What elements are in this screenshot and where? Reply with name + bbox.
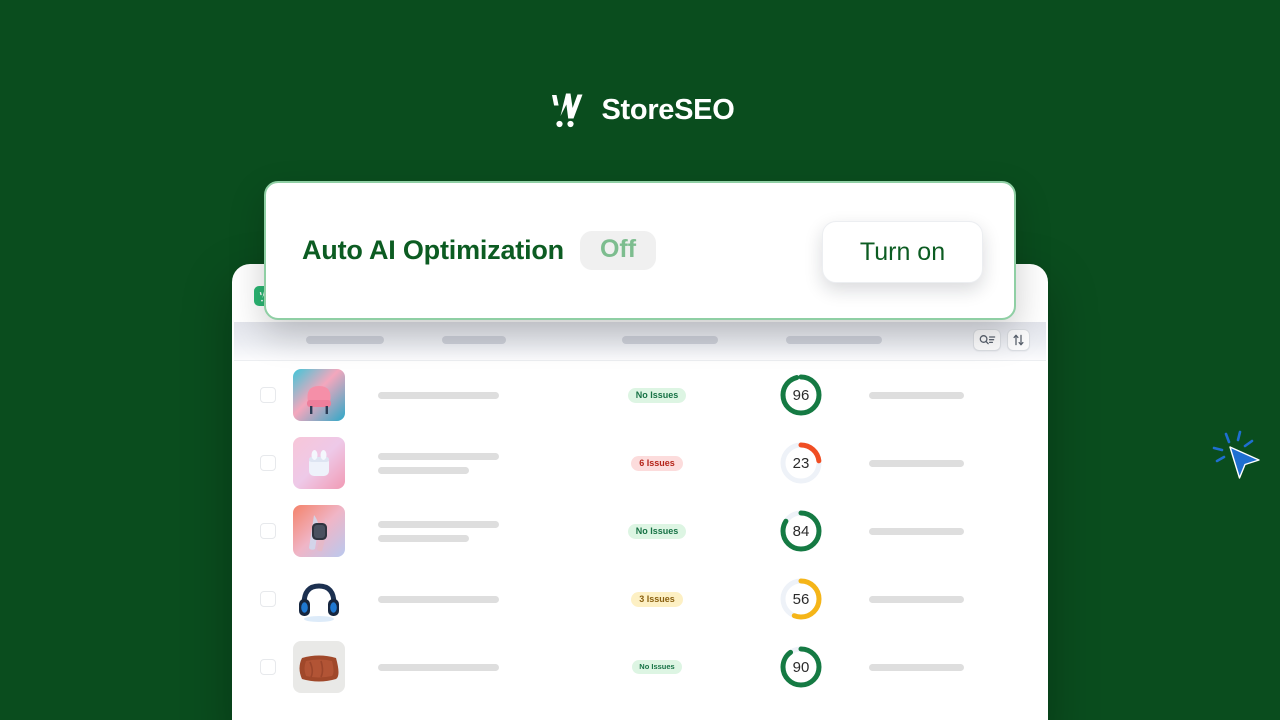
row-checkbox[interactable] xyxy=(260,455,276,471)
search-filter-icon xyxy=(979,335,995,345)
row-title-skeleton xyxy=(378,391,573,399)
row-score-cell: 96 xyxy=(741,373,861,417)
skeleton-line xyxy=(378,663,499,671)
row-meta-cell xyxy=(861,459,1046,467)
row-score-cell: 84 xyxy=(741,509,861,553)
skeleton-line xyxy=(378,391,499,399)
row-score-cell: 56 xyxy=(741,577,861,621)
table-toolbar xyxy=(973,329,1030,351)
page-title: Auto AI Optimization xyxy=(302,235,564,265)
row-issues-cell: 3 Issues xyxy=(573,591,741,607)
row-score-cell: 23 xyxy=(741,441,861,485)
score-donut: 23 xyxy=(779,441,823,485)
score-value: 96 xyxy=(792,386,810,404)
row-meta-cell xyxy=(861,663,1046,671)
column-title-product xyxy=(306,336,384,344)
skeleton-line xyxy=(869,595,964,603)
skeleton-line xyxy=(378,466,469,474)
skeleton-line xyxy=(869,663,964,671)
blue-headphones-thumbnail xyxy=(293,573,345,625)
pink-armchair-thumbnail xyxy=(293,369,345,421)
score-value: 56 xyxy=(792,590,810,608)
terracotta-cushion-thumbnail xyxy=(293,641,345,693)
earbuds-case-thumbnail xyxy=(293,437,345,489)
status-badge: No Issues xyxy=(632,660,682,674)
skeleton-line xyxy=(378,595,499,603)
column-title-score xyxy=(786,336,882,344)
row-meta-cell xyxy=(861,391,1046,399)
table-row[interactable]: No Issues 96 xyxy=(234,361,1046,429)
row-meta-cell xyxy=(861,595,1046,603)
skeleton-line xyxy=(869,459,964,467)
row-title-skeleton xyxy=(378,452,573,474)
row-checkbox[interactable] xyxy=(260,523,276,539)
status-badge: No Issues xyxy=(627,523,687,539)
product-table-rows: No Issues 96 6 Issues 23 No Issues 84 3 … xyxy=(234,361,1046,701)
skeleton-line xyxy=(869,391,964,399)
storeseo-cart-logo-icon xyxy=(551,93,582,128)
skeleton-line xyxy=(869,527,964,535)
table-row[interactable]: No Issues 90 xyxy=(234,633,1046,701)
score-value: 23 xyxy=(792,454,810,472)
score-donut: 84 xyxy=(779,509,823,553)
table-row[interactable]: 3 Issues 56 xyxy=(234,565,1046,633)
row-issues-cell: 6 Issues xyxy=(573,455,741,471)
score-donut: 56 xyxy=(779,577,823,621)
table-header xyxy=(234,322,1046,361)
status-badge: 3 Issues xyxy=(631,591,683,607)
score-donut: 96 xyxy=(779,373,823,417)
status-badge: 6 Issues xyxy=(631,455,683,471)
row-score-cell: 90 xyxy=(741,645,861,689)
table-row[interactable]: No Issues 84 xyxy=(234,497,1046,565)
app-window: No Issues 96 6 Issues 23 No Issues 84 3 … xyxy=(232,264,1048,720)
status-badge: Off xyxy=(579,231,657,270)
smartwatch-thumbnail xyxy=(293,505,345,557)
brand-name: StoreSEO xyxy=(601,93,735,126)
brand-logo: StoreSEO xyxy=(0,88,1280,132)
mouse-pointer-click-icon xyxy=(1211,426,1273,496)
row-issues-cell: No Issues xyxy=(573,523,741,539)
skeleton-line xyxy=(378,534,469,542)
score-value: 84 xyxy=(792,522,810,540)
search-filter-button[interactable] xyxy=(973,329,1001,351)
turn-on-button[interactable]: Turn on xyxy=(822,221,983,283)
row-checkbox[interactable] xyxy=(260,659,276,675)
sort-arrows-icon xyxy=(1013,334,1024,346)
score-donut: 90 xyxy=(779,645,823,689)
row-issues-cell: No Issues xyxy=(573,660,741,674)
row-title-skeleton xyxy=(378,595,573,603)
skeleton-line xyxy=(378,520,499,528)
row-checkbox[interactable] xyxy=(260,387,276,403)
score-value: 90 xyxy=(792,658,810,676)
sort-button[interactable] xyxy=(1007,329,1030,351)
row-title-skeleton xyxy=(378,663,573,671)
row-issues-cell: No Issues xyxy=(573,387,741,403)
status-badge: No Issues xyxy=(627,387,687,403)
table-row[interactable]: 6 Issues 23 xyxy=(234,429,1046,497)
auto-ai-optimization-banner: Auto AI Optimization Off Turn on xyxy=(264,181,1260,479)
skeleton-line xyxy=(378,452,499,460)
column-title-issues xyxy=(622,336,718,344)
row-title-skeleton xyxy=(378,520,573,542)
column-title-details xyxy=(442,336,506,344)
row-checkbox[interactable] xyxy=(260,591,276,607)
row-meta-cell xyxy=(861,527,1046,535)
